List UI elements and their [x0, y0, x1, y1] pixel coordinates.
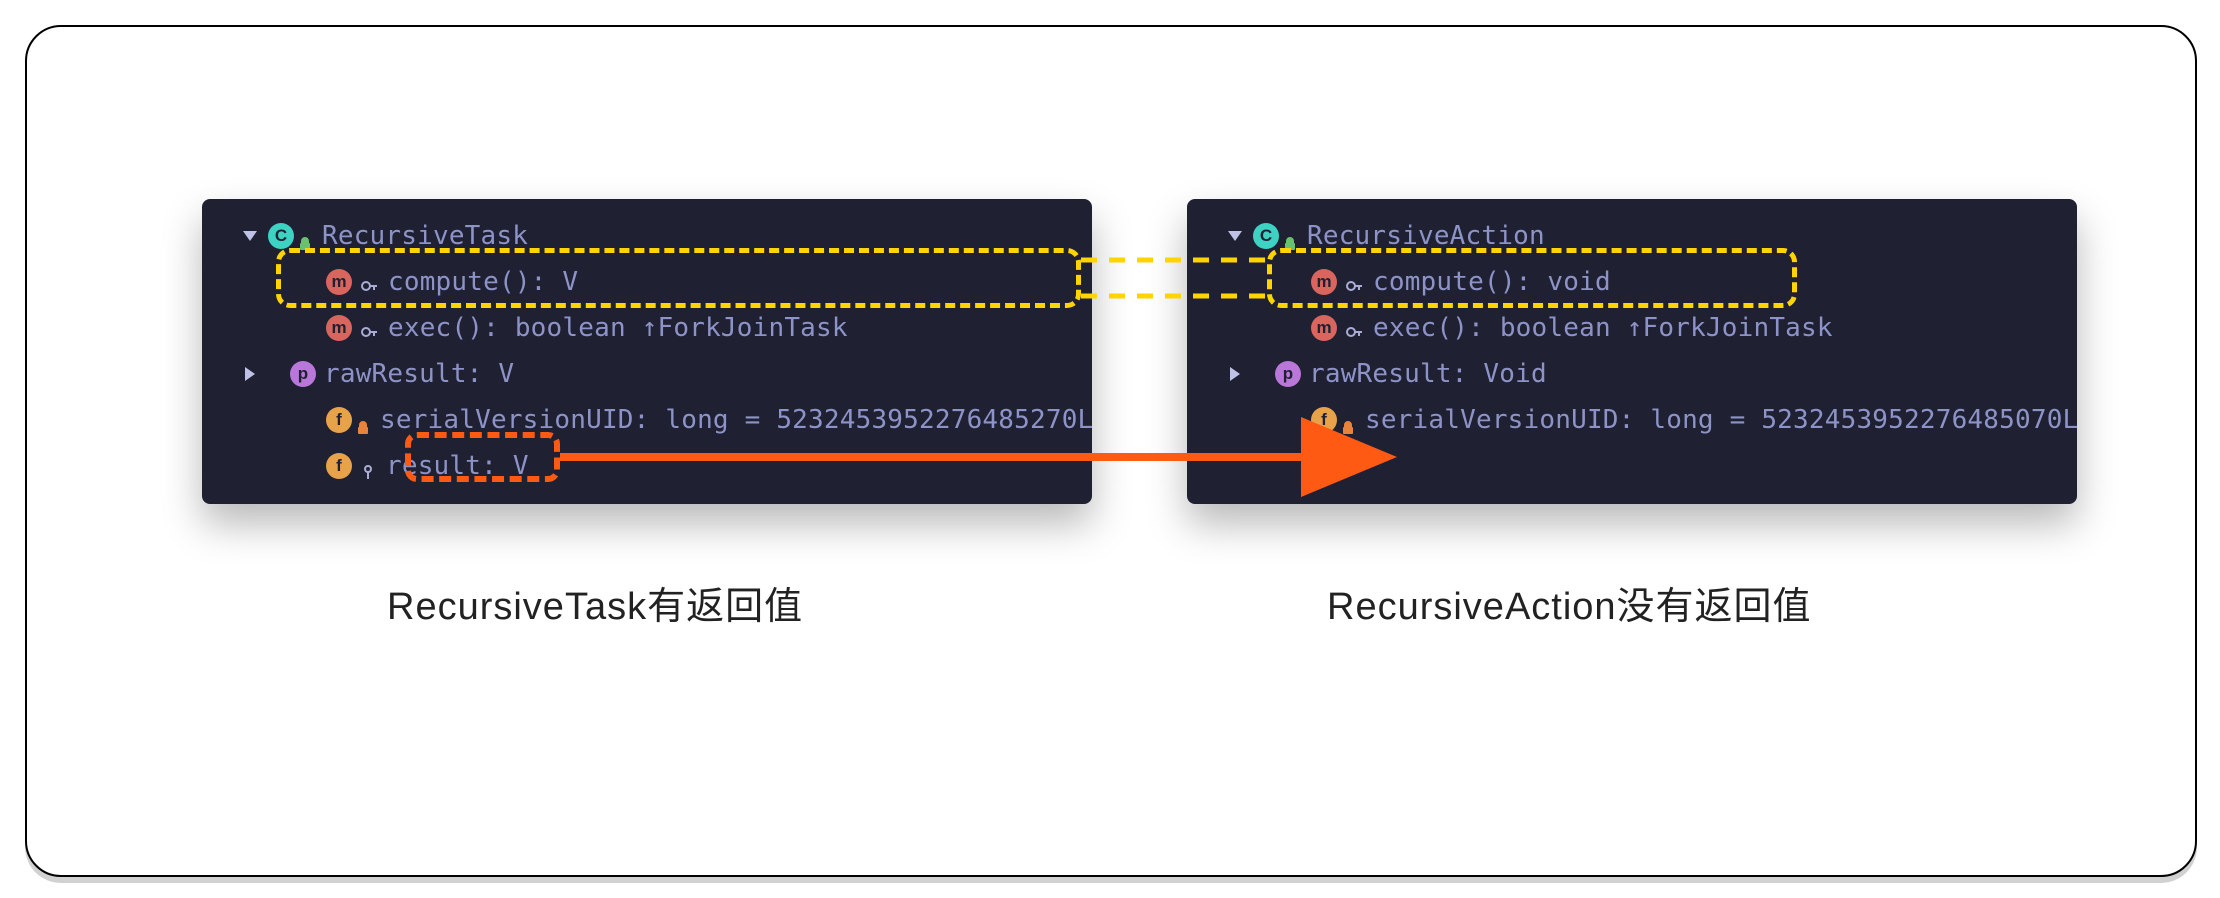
class-title: RecursiveAction: [1307, 222, 1545, 251]
method-icon: [1311, 315, 1337, 341]
caption-right: RecursiveAction没有返回值: [1327, 575, 1812, 630]
class-icon: [1253, 223, 1279, 249]
property-label: rawResult: V: [324, 360, 514, 389]
structure-panel-recursivetask: RecursiveTask compute(): V exec(): boole…: [202, 199, 1092, 504]
key-icon: [360, 319, 378, 337]
method-icon: [326, 315, 352, 341]
property-row-rawresult[interactable]: rawResult: V: [202, 351, 1092, 397]
method-icon: [1311, 269, 1337, 295]
class-header-row[interactable]: RecursiveAction: [1187, 213, 2077, 259]
field-row-serialversionuid[interactable]: serialVersionUID: long = 523245395227648…: [202, 397, 1092, 443]
chevron-right-icon[interactable]: [1217, 367, 1253, 381]
class-title: RecursiveTask: [322, 222, 528, 251]
field-row-result[interactable]: result: V: [202, 443, 1092, 489]
property-row-rawresult[interactable]: rawResult: Void: [1187, 351, 2077, 397]
field-label: result: V: [386, 452, 529, 481]
property-icon: [290, 361, 316, 387]
field-icon: [326, 407, 352, 433]
lock-icon: [1283, 229, 1297, 243]
lock-icon: [298, 229, 312, 243]
pin-icon: [360, 458, 376, 474]
structure-panel-recursiveaction: RecursiveAction compute(): void exec(): …: [1187, 199, 2077, 504]
key-icon: [1345, 319, 1363, 337]
method-row-compute[interactable]: compute(): V: [202, 259, 1092, 305]
outer-frame: RecursiveTask compute(): V exec(): boole…: [25, 25, 2197, 877]
method-signature: compute(): V: [388, 268, 578, 297]
field-icon: [1311, 407, 1337, 433]
caption-left: RecursiveTask有返回值: [387, 575, 803, 630]
chevron-down-icon[interactable]: [232, 231, 268, 241]
method-icon: [326, 269, 352, 295]
method-signature: exec(): boolean ↑ForkJoinTask: [388, 314, 848, 343]
class-header-row[interactable]: RecursiveTask: [202, 213, 1092, 259]
method-signature: compute(): void: [1373, 268, 1611, 297]
key-icon: [360, 273, 378, 291]
key-icon: [1345, 273, 1363, 291]
method-signature: exec(): boolean ↑ForkJoinTask: [1373, 314, 1833, 343]
property-label: rawResult: Void: [1309, 360, 1547, 389]
field-icon: [326, 453, 352, 479]
lock-icon: [356, 413, 370, 427]
field-row-serialversionuid[interactable]: serialVersionUID: long = 523245395227648…: [1187, 397, 2077, 443]
field-label: serialVersionUID: long = 523245395227648…: [380, 406, 1093, 435]
chevron-right-icon[interactable]: [232, 367, 268, 381]
chevron-down-icon[interactable]: [1217, 231, 1253, 241]
method-row-exec[interactable]: exec(): boolean ↑ForkJoinTask: [1187, 305, 2077, 351]
method-row-compute[interactable]: compute(): void: [1187, 259, 2077, 305]
field-label: serialVersionUID: long = 523245395227648…: [1365, 406, 2078, 435]
method-row-exec[interactable]: exec(): boolean ↑ForkJoinTask: [202, 305, 1092, 351]
class-icon: [268, 223, 294, 249]
lock-icon: [1341, 413, 1355, 427]
property-icon: [1275, 361, 1301, 387]
